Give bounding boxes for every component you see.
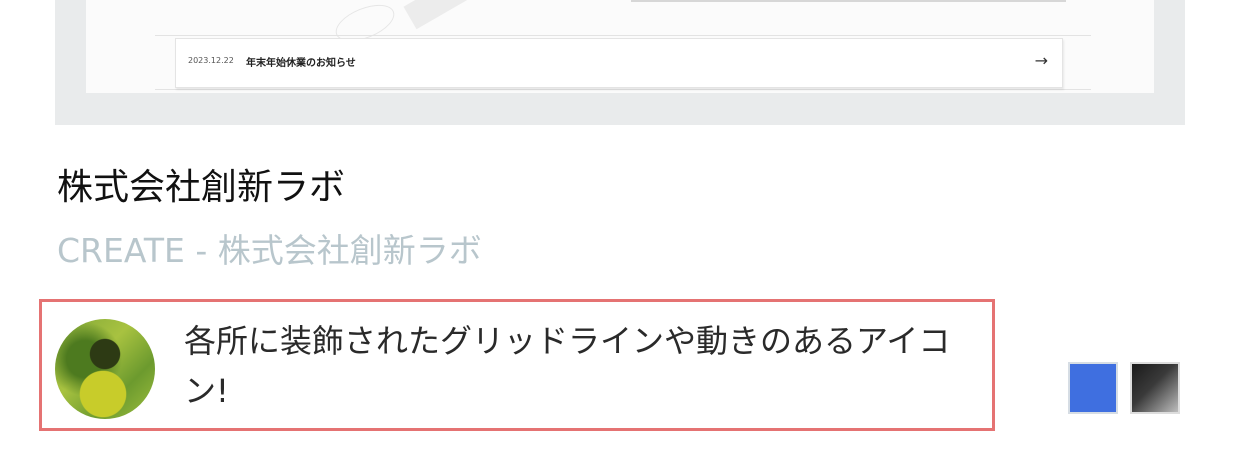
site-title[interactable]: 株式会社創新ラボ — [57, 158, 345, 210]
avatar — [55, 319, 155, 419]
arrow-right-icon: → — [1034, 51, 1048, 70]
news-date: 2023.12.22 — [188, 56, 234, 65]
comment-box: 各所に装飾されたグリッドラインや動きのあるアイコン! — [39, 299, 995, 431]
color-swatch-dark[interactable] — [1130, 362, 1180, 414]
comment-text: 各所に装飾されたグリッドラインや動きのあるアイコン! — [184, 322, 951, 410]
thumbnail-screenshot: 2023.12.22 年末年始休業のお知らせ → — [86, 0, 1154, 93]
site-thumbnail[interactable]: 2023.12.22 年末年始休業のお知らせ → — [55, 0, 1185, 125]
site-subtitle: CREATE - 株式会社創新ラボ — [57, 231, 482, 270]
thumbnail-card-edge — [631, 0, 1066, 2]
grid-line — [155, 89, 1091, 90]
grid-line — [155, 35, 1091, 36]
news-title: 年末年始休業のお知らせ — [246, 58, 356, 69]
news-item: 2023.12.22 年末年始休業のお知らせ → — [175, 38, 1063, 88]
decorative-shape — [403, 0, 469, 30]
color-swatch-blue[interactable] — [1068, 362, 1118, 414]
